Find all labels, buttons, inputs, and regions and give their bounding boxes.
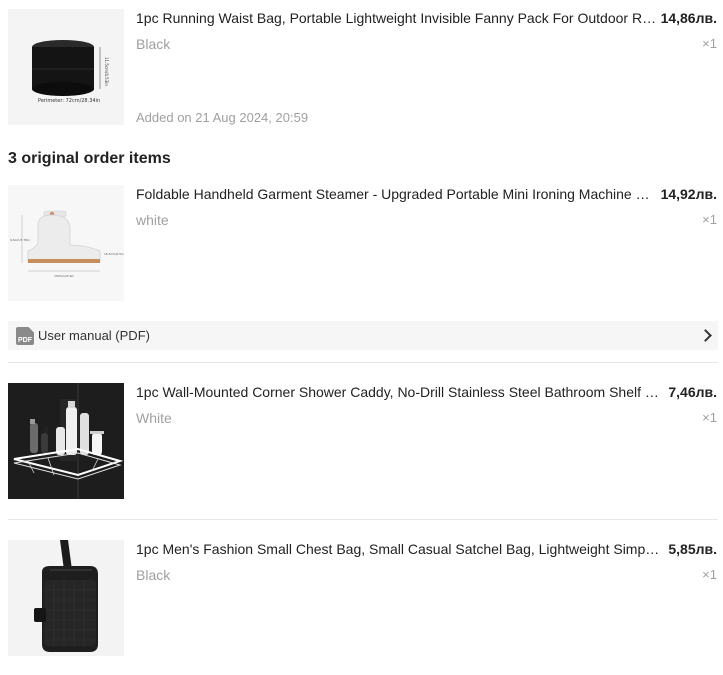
- product-quantity: ×1: [702, 567, 717, 582]
- garment-steamer-icon: 9.6cm/3.78in 150mm/5.9in 16.5cm/6.5in: [8, 185, 124, 301]
- divider: [8, 519, 718, 520]
- product-variant: Black: [136, 36, 171, 52]
- product-price: 14,86лв.: [660, 10, 717, 26]
- svg-text:11.5cm/4.53in: 11.5cm/4.53in: [104, 57, 109, 86]
- product-image-waist-bag[interactable]: 11.5cm/4.53in Perimeter: 72cm/28.34in: [8, 9, 124, 125]
- product-image-chest-bag[interactable]: [8, 540, 124, 656]
- svg-text:16.5cm/6.5in: 16.5cm/6.5in: [104, 252, 124, 256]
- product-title[interactable]: 1pc Running Waist Bag, Portable Lightwei…: [136, 9, 660, 27]
- product-quantity: ×1: [702, 212, 717, 227]
- product-price: 14,92лв.: [660, 186, 717, 202]
- product-title[interactable]: 1pc Wall-Mounted Corner Shower Caddy, No…: [136, 383, 660, 401]
- divider: [8, 362, 718, 363]
- chest-bag-icon: [8, 540, 124, 656]
- product-image-shower-caddy[interactable]: [8, 383, 124, 499]
- svg-text:150mm/5.9in: 150mm/5.9in: [54, 274, 74, 278]
- waist-bag-icon: 11.5cm/4.53in Perimeter: 72cm/28.34in: [8, 9, 124, 125]
- product-variant: White: [136, 410, 172, 426]
- product-variant: white: [136, 212, 169, 228]
- product-price: 5,85лв.: [668, 541, 717, 557]
- product-variant: Black: [136, 567, 171, 583]
- product-quantity: ×1: [702, 410, 717, 425]
- svg-text:9.6cm/3.78in: 9.6cm/3.78in: [10, 238, 30, 242]
- product-price: 7,46лв.: [668, 384, 717, 400]
- added-timestamp: Added on 21 Aug 2024, 20:59: [136, 110, 309, 125]
- product-title[interactable]: 1pc Men's Fashion Small Chest Bag, Small…: [136, 540, 660, 558]
- product-quantity: ×1: [702, 36, 717, 51]
- user-manual-link[interactable]: PDF User manual (PDF): [8, 321, 718, 350]
- user-manual-label: User manual (PDF): [38, 328, 150, 343]
- product-image-steamer[interactable]: 9.6cm/3.78in 150mm/5.9in 16.5cm/6.5in: [8, 185, 124, 301]
- product-title[interactable]: Foldable Handheld Garment Steamer - Upgr…: [136, 185, 660, 203]
- chevron-right-icon: [699, 329, 712, 342]
- pdf-icon: PDF: [16, 326, 34, 345]
- section-heading: 3 original order items: [8, 150, 171, 167]
- shower-caddy-icon: [8, 383, 124, 499]
- svg-text:Perimeter: 72cm/28.34in: Perimeter: 72cm/28.34in: [38, 98, 100, 104]
